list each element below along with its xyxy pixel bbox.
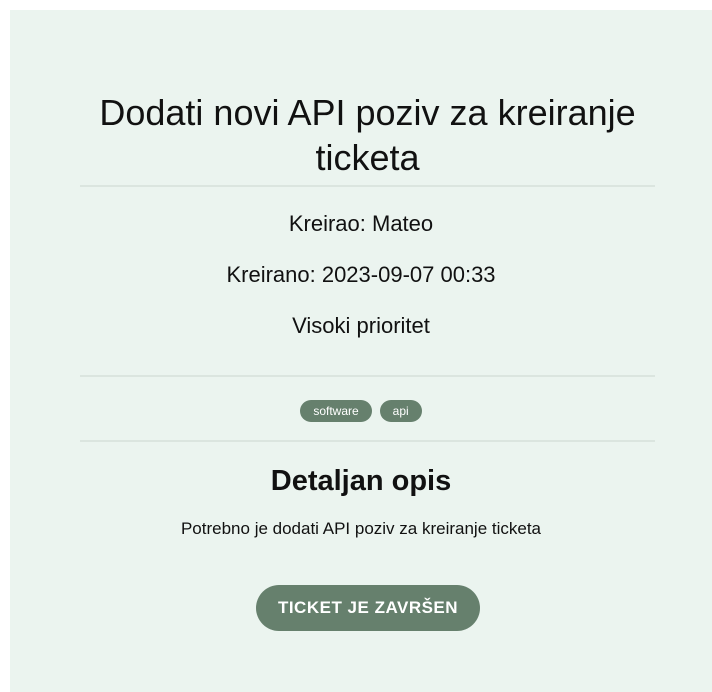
created-at: Kreirano: 2023-09-07 00:33 <box>226 262 496 287</box>
tag-api: api <box>379 400 422 422</box>
tag-software: software <box>300 400 372 422</box>
details-heading: Detaljan opis <box>270 465 452 497</box>
complete-ticket-button[interactable]: TICKET JE ZAVRŠEN <box>256 585 480 631</box>
priority-label: Visoki prioritet <box>292 313 430 338</box>
created-by: Kreirao: Mateo <box>288 211 434 236</box>
divider <box>80 375 655 377</box>
divider <box>80 185 655 187</box>
ticket-description: Potrebno je dodati API poziv za kreiranj… <box>180 519 542 538</box>
divider <box>80 440 655 442</box>
ticket-card: Dodati novi API poziv za kreiranje ticke… <box>10 10 712 692</box>
tag-list: software api <box>10 400 712 422</box>
ticket-title: Dodati novi API poziv za kreiranje ticke… <box>99 92 636 178</box>
